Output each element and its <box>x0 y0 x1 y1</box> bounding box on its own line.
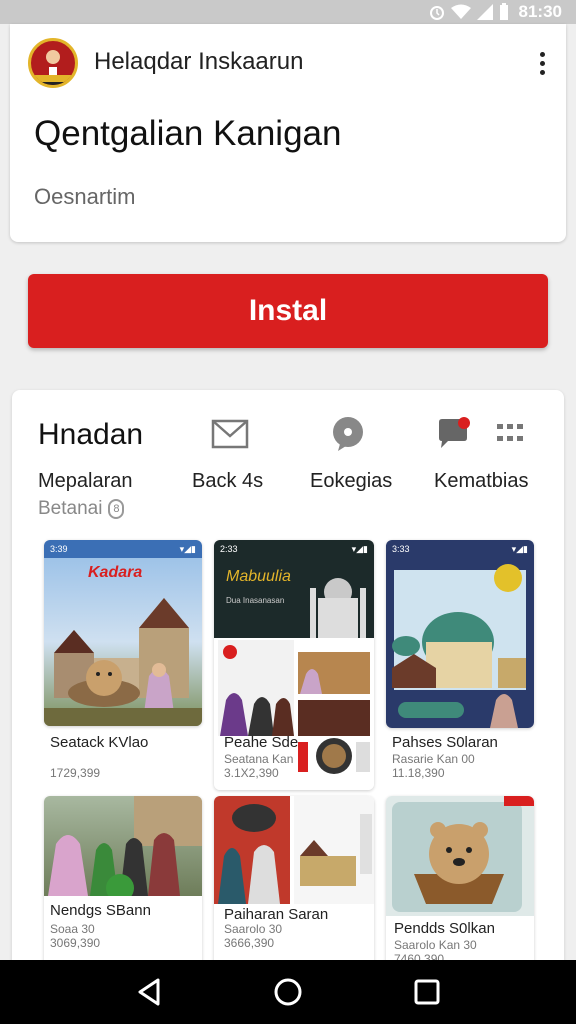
screenshot-sub-3: Rasarie Kan 00 <box>392 752 475 766</box>
install-button[interactable]: Instal <box>28 274 548 348</box>
rating-label: Betanai <box>38 498 103 519</box>
content-card: Hnadan Mepalaran Back 4s Eokegias Kematb… <box>12 390 564 990</box>
navigation-bar <box>0 960 576 1024</box>
screenshot-statusbar: 3:39 ▾◢▮ <box>44 540 202 558</box>
info-badge[interactable]: 8 <box>108 499 125 519</box>
signal-icon <box>476 4 493 20</box>
screenshot-sub-5: Saarolo 30 <box>224 922 283 936</box>
screenshot-count-2: 3.1X2,390 <box>224 766 279 780</box>
screenshot-caption-4: Nendgs SBann <box>50 902 151 919</box>
rating-row: Betanai 8 <box>38 498 125 520</box>
status-time: 81:30 <box>518 2 562 21</box>
screenshot-caption-6: Pendds S0lkan <box>394 920 495 937</box>
screenshot-3[interactable]: 3:33 ▾◢▮ <box>386 540 534 728</box>
screenshot-sub-4: Soaa 30 <box>50 922 95 936</box>
status-bar: 81:30 <box>0 0 576 24</box>
chat-bubble-icon[interactable] <box>326 412 370 456</box>
bear-bowl-illustration <box>392 796 534 912</box>
green-mosque-illustration <box>392 564 526 728</box>
screenshot-statusbar: 2:33 ▾◢▮ <box>214 540 374 558</box>
back-icon[interactable] <box>129 972 169 1012</box>
recents-icon[interactable] <box>407 972 447 1012</box>
notification-chat-icon[interactable] <box>432 412 476 456</box>
church-illustration <box>44 598 202 726</box>
developer-name[interactable]: Helaqdar Inskaarun <box>94 48 303 76</box>
mosque-illustration <box>310 578 366 638</box>
app-description: Oesnartim <box>34 184 136 209</box>
mail-icon[interactable] <box>208 412 252 456</box>
section-heading: Hnadan <box>38 418 144 451</box>
screenshot-sub-6: Saarolo Kan 30 <box>394 938 477 952</box>
screenshot-1[interactable]: 3:39 ▾◢▮ Kadara <box>44 540 202 726</box>
battery-icon <box>499 3 508 20</box>
screenshot-count-3: 11.18,390 <box>392 766 445 780</box>
screenshot-sub-2: Seatana Kan <box>224 752 294 766</box>
more-options-button[interactable] <box>532 48 552 78</box>
alarm-icon <box>429 6 444 20</box>
collage-illustration-2 <box>214 796 374 904</box>
home-icon[interactable] <box>268 972 308 1012</box>
screenshot-count-5: 3666,390 <box>224 936 275 950</box>
screenshot-caption-5: Paiharan Saran <box>224 906 329 923</box>
screenshot-caption-2: Peahe Sde <box>224 734 299 751</box>
category-tab-1[interactable]: Mepalaran <box>38 470 133 493</box>
screenshot-caption-1: Seatack KVlao <box>50 734 149 751</box>
screenshot-count-1: 1729,399 <box>50 766 101 780</box>
screenshot-count-4: 3069,390 <box>50 936 101 950</box>
app-header-card: Helaqdar Inskaarun Qentgalian Kanigan Oe… <box>10 24 566 242</box>
app-logo <box>28 38 78 88</box>
screenshot-statusbar: 3:33 ▾◢▮ <box>386 540 534 558</box>
category-tab-3[interactable]: Eokegias <box>310 470 392 493</box>
app-title: Qentgalian Kanigan <box>34 114 342 153</box>
grid-icon[interactable] <box>488 412 532 456</box>
women-group-illustration <box>48 796 202 896</box>
category-tab-2[interactable]: Back 4s <box>192 470 263 493</box>
wifi-icon <box>450 4 471 19</box>
screenshot-caption-3: Pahses S0laran <box>392 734 498 751</box>
category-tab-4[interactable]: Kematbias <box>434 470 529 493</box>
